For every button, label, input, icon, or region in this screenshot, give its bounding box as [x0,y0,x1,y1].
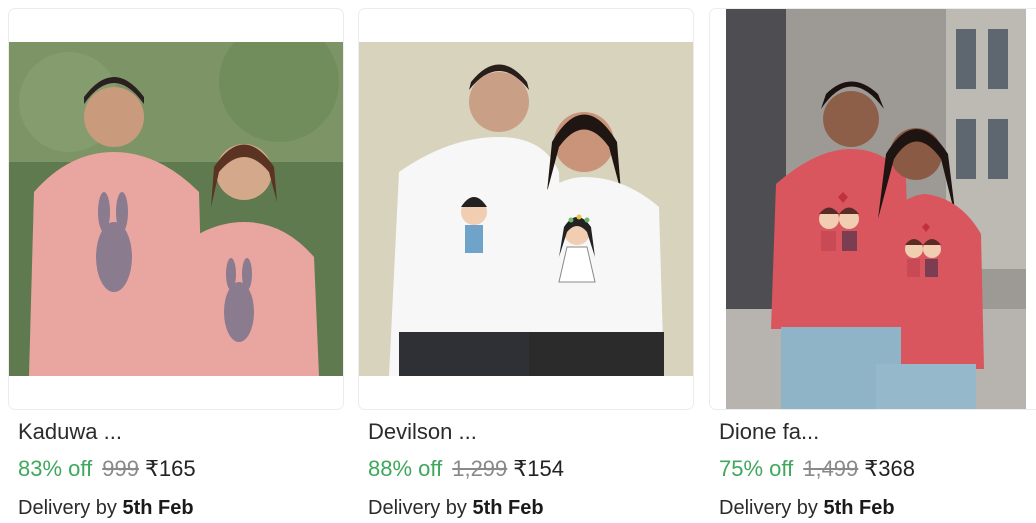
product-title[interactable]: Devilson ... [368,419,477,445]
delivery-prefix: Delivery by [18,497,117,519]
product-photo[interactable] [726,9,1026,409]
delivery-info: Delivery by 5th Feb [719,497,895,520]
price-row: 75% off 1,499 ₹368 [719,456,915,482]
product-image-frame[interactable] [8,8,344,410]
discount-label: 75% off [719,456,794,481]
sale-price: ₹368 [864,456,915,481]
delivery-info: Delivery by 5th Feb [368,497,544,520]
product-image-frame[interactable] [709,8,1036,410]
discount-label: 88% off [368,456,443,481]
product-photo[interactable] [9,42,343,376]
price-row: 83% off 999 ₹165 [18,456,196,482]
delivery-date: 5th Feb [823,497,895,519]
delivery-prefix: Delivery by [719,497,818,519]
product-photo[interactable] [359,42,693,376]
product-title[interactable]: Kaduwa ... [18,419,122,445]
delivery-date: 5th Feb [122,497,194,519]
original-price: 999 [102,456,139,481]
product-card-dione[interactable]: Dione fa... 75% off 1,499 ₹368 Delivery by… [709,0,1036,523]
sale-price: ₹165 [144,456,196,481]
product-card-kaduwa[interactable]: Kaduwa ... 83% off 999 ₹165 Delivery by 5t… [8,0,344,523]
product-title[interactable]: Dione fa... [719,419,819,445]
delivery-info: Delivery by 5th Feb [18,497,194,520]
delivery-prefix: Delivery by [368,497,467,519]
product-grid: Kaduwa ... 83% off 999 ₹165 Delivery by 5t… [0,0,1036,523]
delivery-date: 5th Feb [472,497,544,519]
sale-price: ₹154 [513,456,564,481]
discount-label: 83% off [18,456,93,481]
original-price: 1,299 [452,456,508,481]
product-image-frame[interactable] [358,8,694,410]
price-row: 88% off 1,299 ₹154 [368,456,564,482]
product-card-devilson[interactable]: Devilson ... 88% off 1,299 ₹154 Delivery b… [358,0,694,523]
original-price: 1,499 [803,456,859,481]
